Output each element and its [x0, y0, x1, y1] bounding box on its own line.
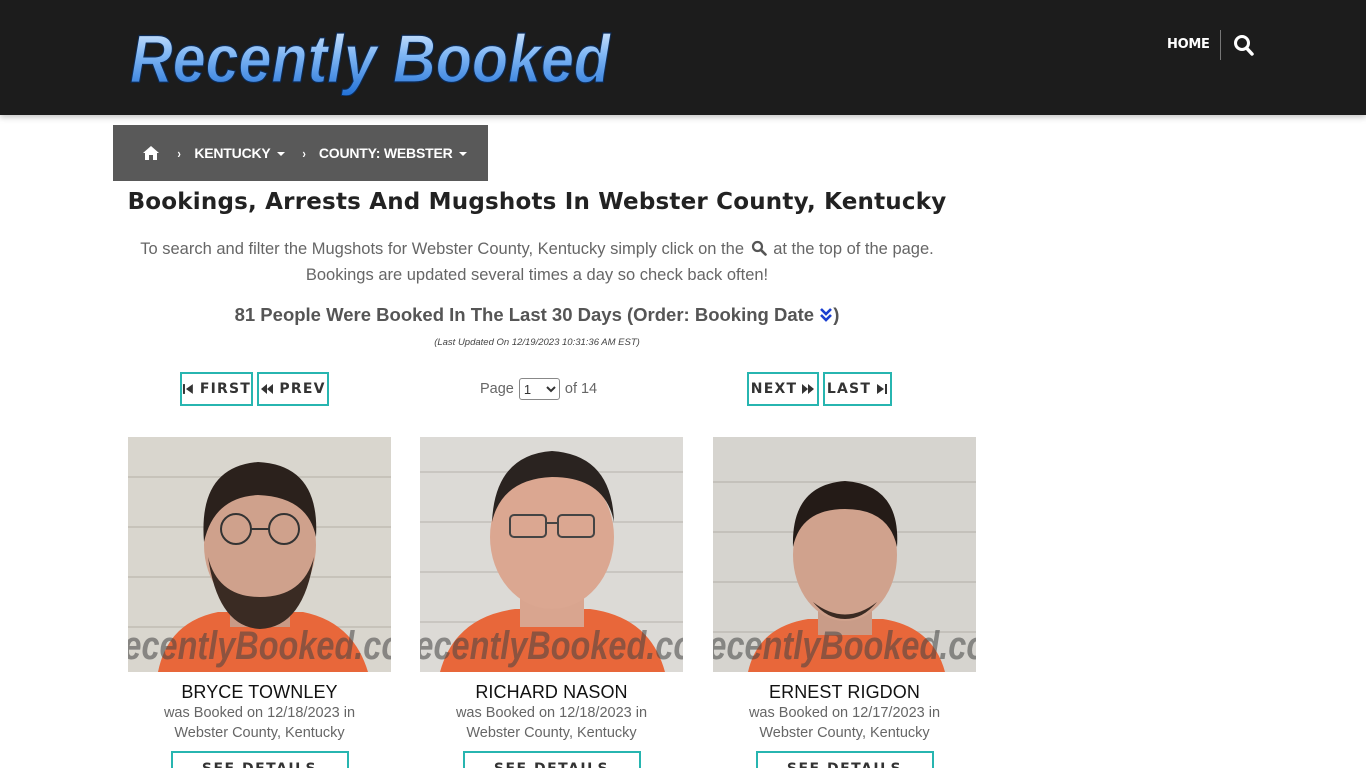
- inmate-card: RecentlyBooked.com ERNEST RIGDON was Boo…: [713, 437, 976, 768]
- inmate-name[interactable]: BRYCE TOWNLEY: [128, 682, 391, 703]
- caret-down-icon: [276, 152, 285, 156]
- booking-location: Webster County, Kentucky: [759, 725, 930, 741]
- page-selector: Page 1 of 14: [480, 377, 597, 401]
- intro-text-line2: Bookings are updated several times a day…: [305, 266, 769, 284]
- last-page-label: LAST: [826, 381, 872, 397]
- backward-icon: [261, 384, 274, 394]
- breadcrumb-state-label: KENTUCKY: [194, 145, 271, 161]
- booking-date-line: was Booked on 12/18/2023 in: [455, 705, 648, 721]
- last-updated: (Last Updated On 12/19/2023 10:31:36 AM …: [434, 337, 640, 348]
- intro-text-part2: at the top of the page.: [773, 240, 934, 258]
- booking-info: was Booked on 12/17/2023 in Webster Coun…: [713, 703, 976, 743]
- breadcrumb-separator: ›: [177, 145, 181, 161]
- booking-count-text: 81 People Were Booked In The Last 30 Day…: [234, 304, 815, 325]
- last-icon: [877, 384, 888, 394]
- caret-down-icon: [458, 152, 467, 156]
- intro-text: To search and filter the Mugshots for We…: [113, 236, 961, 288]
- search-icon[interactable]: [1233, 33, 1255, 57]
- see-details-button[interactable]: SEE DETAILS: [170, 751, 349, 768]
- inmate-name[interactable]: RICHARD NASON: [420, 682, 683, 703]
- nav-divider: [1220, 30, 1221, 60]
- page-title: Bookings, Arrests And Mugshots In Webste…: [127, 189, 947, 215]
- first-page-label: FIRST: [199, 381, 251, 397]
- watermark-text: RecentlyBooked.com: [420, 624, 683, 668]
- inmate-name[interactable]: ERNEST RIGDON: [713, 682, 976, 703]
- sort-order-icon[interactable]: [819, 306, 833, 324]
- prev-page-label: PREV: [279, 381, 326, 397]
- site-logo[interactable]: Recently Booked: [126, 14, 616, 96]
- mugshot-photo[interactable]: RecentlyBooked.com: [420, 437, 683, 672]
- booking-location: Webster County, Kentucky: [466, 725, 637, 741]
- page-select[interactable]: 1: [518, 378, 560, 400]
- breadcrumb-county-label: COUNTY: WEBSTER: [318, 145, 453, 161]
- booking-date-line: was Booked on 12/17/2023 in: [748, 705, 941, 721]
- breadcrumb: › KENTUCKY › COUNTY: WEBSTER: [113, 125, 488, 181]
- next-page-button[interactable]: NEXT: [747, 372, 819, 406]
- see-details-button[interactable]: SEE DETAILS: [462, 751, 641, 768]
- mugshot-photo[interactable]: RecentlyBooked.com: [128, 437, 391, 672]
- breadcrumb-county-dropdown[interactable]: COUNTY: WEBSTER: [319, 145, 467, 161]
- booking-location: Webster County, Kentucky: [174, 725, 345, 741]
- breadcrumb-state-dropdown[interactable]: KENTUCKY: [194, 145, 285, 161]
- booking-count: 81 People Were Booked In The Last 30 Day…: [113, 304, 961, 326]
- see-details-button[interactable]: SEE DETAILS: [755, 751, 934, 768]
- nav-home-link[interactable]: HOME: [1157, 34, 1220, 56]
- mugshot-photo[interactable]: RecentlyBooked.com: [713, 437, 976, 672]
- site-header: Recently Booked HOME: [0, 0, 1366, 115]
- next-page-label: NEXT: [750, 381, 798, 397]
- inmate-card: RecentlyBooked.com RICHARD NASON was Boo…: [420, 437, 683, 768]
- booking-date-line: was Booked on 12/18/2023 in: [163, 705, 356, 721]
- watermark-logo: RecentlyBooked.com: [128, 624, 391, 668]
- breadcrumb-separator: ›: [301, 145, 306, 161]
- prev-page-button[interactable]: PREV: [257, 372, 329, 406]
- booking-info: was Booked on 12/18/2023 in Webster Coun…: [128, 703, 391, 743]
- watermark-text: RecentlyBooked.com: [128, 624, 391, 668]
- forward-icon: [802, 384, 815, 394]
- search-icon: [751, 238, 767, 256]
- first-page-button[interactable]: FIRST: [180, 372, 253, 406]
- booking-info: was Booked on 12/18/2023 in Webster Coun…: [420, 703, 683, 743]
- home-icon[interactable]: [142, 145, 160, 161]
- last-page-button[interactable]: LAST: [823, 372, 892, 406]
- logo-text: Recently Booked: [130, 21, 611, 96]
- page-label: Page: [480, 381, 514, 397]
- booking-count-close: ): [833, 304, 840, 325]
- watermark-text: RecentlyBooked.com: [713, 624, 976, 668]
- intro-text-part1: To search and filter the Mugshots for We…: [140, 240, 744, 258]
- watermark-logo: RecentlyBooked.com: [420, 624, 683, 668]
- watermark-logo: RecentlyBooked.com: [713, 624, 976, 668]
- first-icon: [182, 384, 193, 394]
- inmate-card: RecentlyBooked.com BRYCE TOWNLEY was Boo…: [128, 437, 391, 768]
- page-total-label: of 14: [564, 381, 598, 397]
